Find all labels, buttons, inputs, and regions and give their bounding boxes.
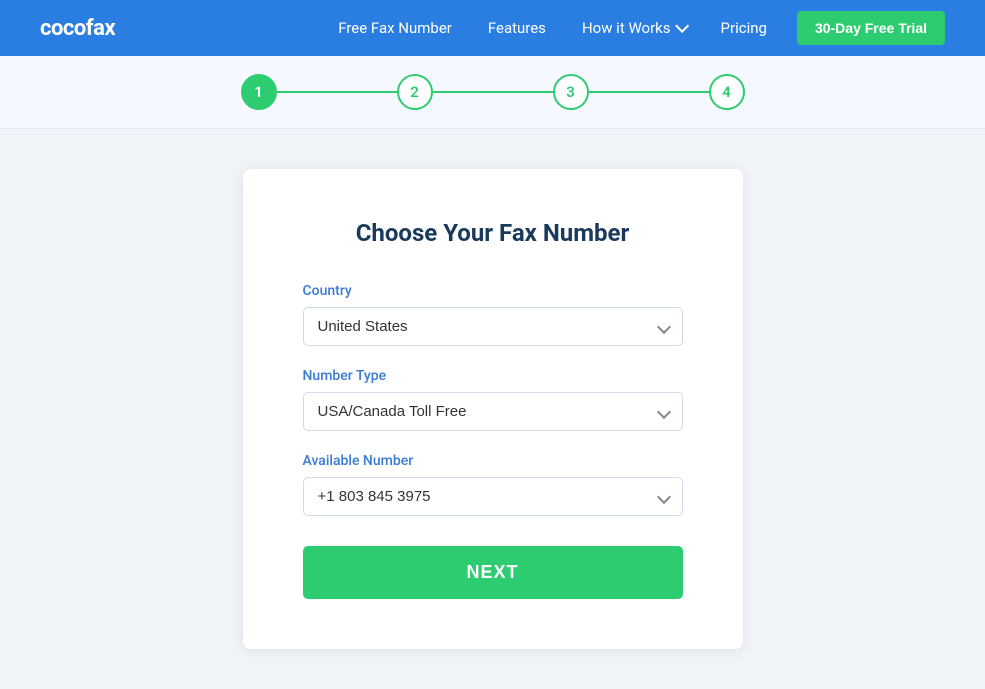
number-type-group: Number Type USA/Canada Toll Free Local N… <box>303 368 683 431</box>
step-3[interactable]: 3 <box>553 74 589 110</box>
next-button[interactable]: NEXT <box>303 546 683 599</box>
country-group: Country United States Canada United King… <box>303 283 683 346</box>
step-line-2 <box>433 91 553 93</box>
nav-features[interactable]: Features <box>488 19 546 37</box>
main-content: Choose Your Fax Number Country United St… <box>0 129 985 689</box>
available-number-group: Available Number +1 803 845 3975 +1 803 … <box>303 453 683 516</box>
trial-button[interactable]: 30-Day Free Trial <box>797 11 945 45</box>
nav-free-fax-number[interactable]: Free Fax Number <box>338 19 452 37</box>
step-2[interactable]: 2 <box>397 74 433 110</box>
number-type-label: Number Type <box>303 368 683 384</box>
nav-how-it-works[interactable]: How it Works <box>582 19 685 37</box>
number-type-select[interactable]: USA/Canada Toll Free Local Number <box>303 392 683 431</box>
country-select[interactable]: United States Canada United Kingdom Aust… <box>303 307 683 346</box>
nav-links: Free Fax Number Features How it Works Pr… <box>338 19 767 37</box>
nav-pricing[interactable]: Pricing <box>721 19 767 37</box>
form-card: Choose Your Fax Number Country United St… <box>243 169 743 649</box>
form-title: Choose Your Fax Number <box>303 219 683 247</box>
number-type-select-wrapper: USA/Canada Toll Free Local Number <box>303 392 683 431</box>
available-number-select-wrapper: +1 803 845 3975 +1 803 845 3976 +1 803 8… <box>303 477 683 516</box>
step-line-3 <box>589 91 709 93</box>
stepper: 1 2 3 4 <box>241 74 745 110</box>
navbar: cocofax Free Fax Number Features How it … <box>0 0 985 56</box>
step-line-1 <box>277 91 397 93</box>
country-label: Country <box>303 283 683 299</box>
chevron-down-icon <box>675 19 689 33</box>
step-1[interactable]: 1 <box>241 74 277 110</box>
available-number-select[interactable]: +1 803 845 3975 +1 803 845 3976 +1 803 8… <box>303 477 683 516</box>
country-select-wrapper: United States Canada United Kingdom Aust… <box>303 307 683 346</box>
stepper-bar: 1 2 3 4 <box>0 56 985 129</box>
logo[interactable]: cocofax <box>40 16 115 41</box>
step-4[interactable]: 4 <box>709 74 745 110</box>
available-number-label: Available Number <box>303 453 683 469</box>
